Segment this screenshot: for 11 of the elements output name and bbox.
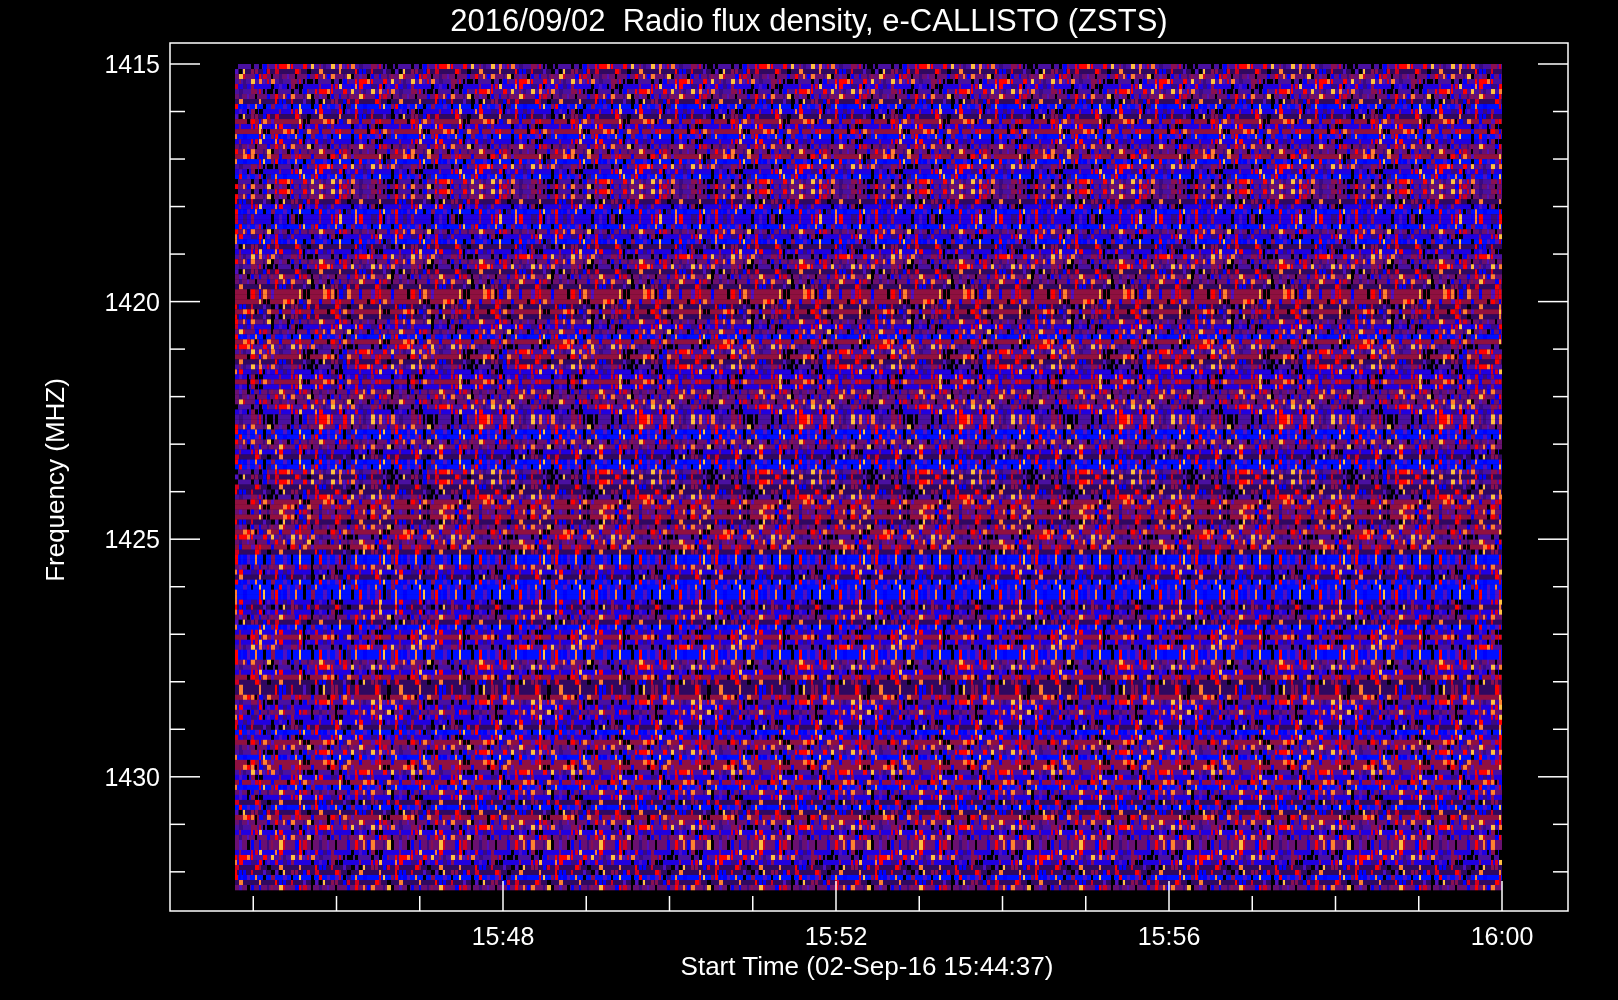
x-tick-label: 15:56	[1137, 922, 1201, 950]
x-axis-label: Start Time (02-Sep-16 15:44:37)	[680, 951, 1054, 981]
x-tick-label: 15:48	[471, 922, 535, 950]
y-tick-label: 1415	[104, 50, 160, 78]
chart-title: 2016/09/02 Radio flux density, e-CALLISTO (ZSTS)	[450, 3, 1168, 38]
y-tick-label: 1425	[104, 525, 160, 554]
x-tick-label: 15:52	[804, 922, 868, 950]
y-tick-label: 1430	[104, 762, 160, 791]
y-axis-label: Frequency (MHZ)	[40, 378, 70, 582]
x-tick-label: 16:00	[1470, 922, 1534, 950]
y-tick-label: 1420	[104, 287, 160, 316]
